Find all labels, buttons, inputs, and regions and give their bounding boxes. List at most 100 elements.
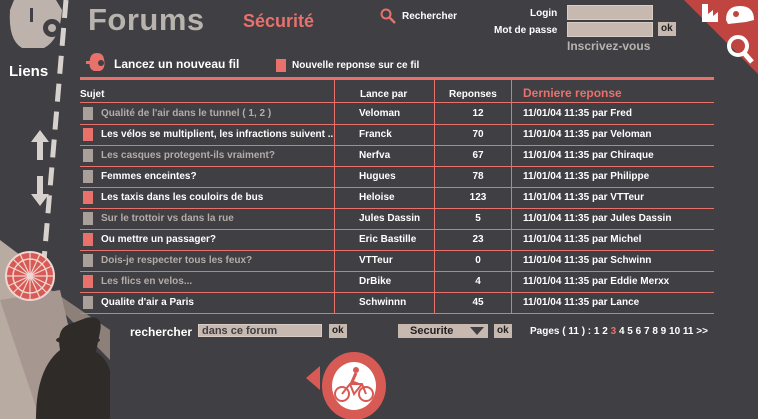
arrow-down-icon — [31, 176, 49, 206]
thread-subject-link[interactable]: Ou mettre un passager? — [101, 234, 216, 245]
new-reply-label: Nouvelle reponse sur ce fil — [292, 60, 420, 71]
col-header-last-reply[interactable]: Derniere reponse — [523, 86, 622, 100]
thread-last-reply: 11/01/04 11:35 par Michel — [523, 234, 642, 245]
page-next-link[interactable]: >> — [696, 326, 708, 337]
thread-last-reply: 11/01/04 11:35 par Philippe — [523, 171, 650, 182]
bicycle-icon[interactable] — [306, 348, 386, 419]
register-link[interactable]: Inscrivez-vous — [567, 39, 650, 53]
table-row[interactable]: Femmes enceintes? Hugues 78 11/01/04 11:35 … — [80, 167, 714, 188]
thread-status-icon — [83, 296, 93, 309]
thread-subject-link[interactable]: Les taxis dans les couloirs de bus — [101, 192, 263, 203]
thread-author: Veloman — [359, 108, 401, 119]
thread-reply-count: 45 — [472, 297, 484, 308]
wheel-icon — [5, 251, 55, 301]
table-row[interactable]: Ou mettre un passager? Eric Bastille 23 11/… — [80, 230, 714, 251]
thread-reply-count: 4 — [475, 276, 481, 287]
thread-subject-link[interactable]: Les vélos se multiplient, les infraction… — [101, 129, 333, 140]
magnifier-icon — [380, 8, 396, 24]
thread-author: Schwinnn — [359, 297, 407, 308]
corner-decor — [684, 0, 758, 74]
table-row[interactable]: Les vélos se multiplient, les infraction… — [80, 125, 714, 146]
table-top-border — [80, 77, 714, 80]
table-row[interactable]: Les flics en velos... DrBike 4 11/01/04 11:… — [80, 272, 714, 293]
forum-select[interactable]: Securite — [398, 324, 488, 338]
links-label[interactable]: Liens — [9, 63, 48, 80]
table-row[interactable]: Sur le trottoir vs dans la rue Jules Dass… — [80, 209, 714, 230]
page-link[interactable]: 2 — [602, 326, 608, 337]
page-link[interactable]: 10 — [669, 326, 680, 337]
new-thread-label: Lancez un nouveau fil — [114, 57, 240, 71]
thread-last-reply: 11/01/04 11:35 par VTTeur — [523, 192, 645, 203]
table-row[interactable]: Les casques protegent-ils vraiment? Nerfv… — [80, 146, 714, 167]
forum-select-ok-button[interactable]: ok — [494, 324, 512, 338]
table-row[interactable]: Qualite d'air a Paris Schwinnn 45 11/01/04 … — [80, 293, 714, 314]
login-ok-button[interactable]: ok — [658, 22, 676, 36]
thread-author: VTTeur — [359, 255, 393, 266]
bottom-search-input[interactable]: dans ce forum — [198, 324, 322, 337]
bottom-search-ok-button[interactable]: ok — [329, 324, 347, 338]
col-header-subject[interactable]: Sujet — [80, 89, 104, 100]
table-row[interactable]: Qualité de l'air dans le tunnel ( 1, 2 )… — [80, 104, 714, 125]
thread-subject-link[interactable]: Dois-je respecter tous les feux? — [101, 255, 252, 266]
page-link[interactable]: 7 — [644, 326, 650, 337]
thread-status-icon — [83, 254, 93, 267]
chevron-down-icon — [470, 327, 484, 335]
new-thread-button[interactable]: Lancez un nouveau fil — [86, 53, 239, 75]
password-field[interactable] — [567, 22, 653, 37]
pagination: Pages ( 11 ) : 1 2 3 4 5 6 7 8 9 10 11 >… — [530, 326, 708, 337]
arrow-up-icon — [31, 130, 49, 206]
forum-select-value: Securite — [410, 325, 454, 337]
search-label: Rechercher — [402, 10, 458, 22]
thread-subject-link[interactable]: Femmes enceintes? — [101, 171, 197, 182]
thread-status-icon — [83, 128, 93, 141]
search-link[interactable]: Rechercher — [380, 8, 457, 24]
thread-last-reply: 11/01/04 11:35 par Veloman — [523, 129, 652, 140]
col-header-author[interactable]: Lance par — [360, 89, 407, 100]
section-title: Sécurité — [243, 11, 315, 31]
table-row[interactable]: Dois-je respecter tous les feux? VTTeur 0 1… — [80, 251, 714, 272]
thread-reply-count: 67 — [472, 150, 484, 161]
thread-subject-link[interactable]: Qualité de l'air dans le tunnel ( 1, 2 ) — [101, 108, 271, 119]
thread-last-reply: 11/01/04 11:35 par Eddie Merxx — [523, 276, 670, 287]
thread-status-icon — [83, 170, 93, 183]
thread-status-icon — [83, 275, 93, 288]
page-link[interactable]: 4 — [619, 326, 625, 337]
thread-last-reply: 11/01/04 11:35 par Schwinn — [523, 255, 652, 266]
thread-reply-count: 78 — [472, 171, 484, 182]
thread-last-reply: 11/01/04 11:35 par Jules Dassin — [523, 213, 672, 224]
thread-last-reply: 11/01/04 11:35 par Fred — [523, 108, 632, 119]
thread-subject-link[interactable]: Les flics en velos... — [101, 276, 192, 287]
thread-subject-link[interactable]: Sur le trottoir vs dans la rue — [101, 213, 234, 224]
thread-author: DrBike — [359, 276, 392, 287]
pages-prefix: Pages ( 11 ) : — [530, 326, 592, 337]
thread-reply-count: 23 — [472, 234, 484, 245]
thread-reply-count: 12 — [472, 108, 484, 119]
table-row[interactable]: Les taxis dans les couloirs de bus Helois… — [80, 188, 714, 209]
thread-author: Nerfva — [359, 150, 391, 161]
thread-status-icon — [83, 212, 93, 225]
thread-status-icon — [83, 149, 93, 162]
bell-icon — [86, 53, 105, 71]
new-reply-button[interactable]: Nouvelle reponse sur ce fil — [276, 59, 419, 72]
thread-reply-count: 5 — [475, 213, 481, 224]
thread-author: Jules Dassin — [359, 213, 421, 224]
thread-author: Franck — [359, 129, 392, 140]
thread-status-icon — [83, 107, 93, 120]
page-title: Forums — [88, 2, 205, 37]
login-field[interactable] — [567, 5, 653, 20]
reply-marker-icon — [276, 59, 286, 72]
page-link[interactable]: 11 — [683, 326, 694, 337]
bottom-search-label: rechercher — [130, 325, 193, 339]
thread-author: Eric Bastille — [359, 234, 417, 245]
col-header-replies[interactable]: Reponses — [449, 89, 497, 100]
thread-status-icon — [83, 191, 93, 204]
table-header-border — [80, 102, 714, 103]
thread-subject-link[interactable]: Les casques protegent-ils vraiment? — [101, 150, 275, 161]
password-label: Mot de passe — [494, 25, 558, 36]
bell-icon — [9, 0, 62, 48]
thread-last-reply: 11/01/04 11:35 par Chiraque — [523, 150, 654, 161]
thread-status-icon — [83, 233, 93, 246]
thread-reply-count: 123 — [469, 192, 487, 203]
thread-subject-link[interactable]: Qualite d'air a Paris — [101, 297, 194, 308]
thread-reply-count: 0 — [475, 255, 481, 266]
